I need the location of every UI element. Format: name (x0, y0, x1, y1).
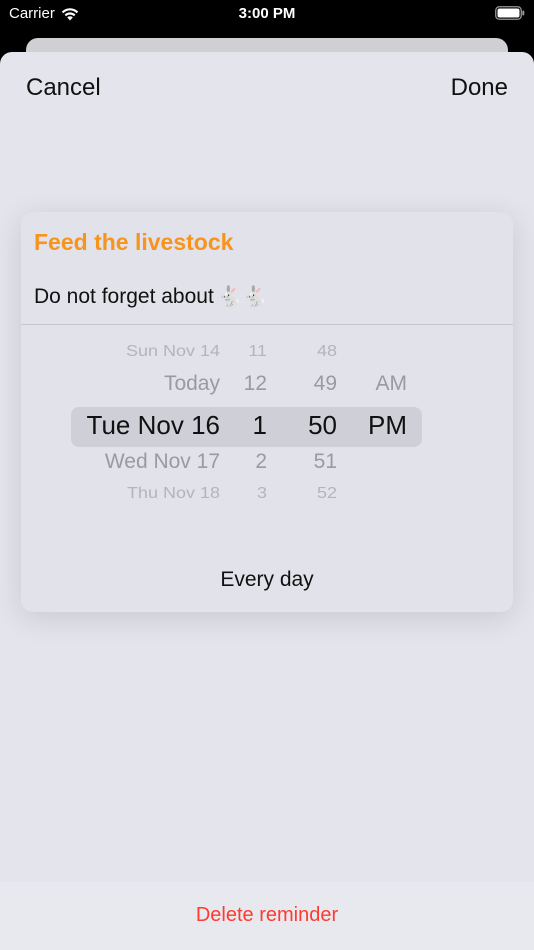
cancel-button[interactable]: Cancel (26, 74, 101, 102)
picker-row-edge (21, 506, 513, 536)
picker-minute: 50 (308, 410, 337, 440)
divider (21, 324, 513, 325)
picker-minute: 48 (316, 342, 337, 360)
picker-minute: 49 (313, 372, 337, 395)
picker-minute: 51 (313, 450, 337, 473)
repeat-option[interactable]: Every day (21, 568, 513, 592)
picker-hour: 1 (252, 410, 267, 440)
picker-row[interactable]: Sun Nov 14 11 48 (21, 342, 513, 368)
status-bar: Carrier 3:00 PM (0, 0, 534, 40)
picker-row[interactable]: Wed Nov 17 2 51 (21, 450, 513, 480)
picker-hour: 3 (256, 484, 267, 502)
reminder-title[interactable]: Feed the livestock (34, 229, 233, 256)
picker-date: Tue Nov 16 (86, 410, 220, 440)
picker-hour: 12 (243, 372, 267, 395)
reminder-note[interactable]: Do not forget about 🐇🐇 (34, 284, 268, 309)
rabbit-icon: 🐇🐇 (217, 286, 268, 308)
picker-hour: 2 (255, 450, 267, 473)
picker-row[interactable]: Today 12 49 AM (21, 372, 513, 402)
picker-date: Today (163, 372, 220, 395)
picker-date: Wed Nov 17 (104, 450, 220, 473)
picker-date: Sun Nov 14 (125, 342, 220, 360)
bottom-toolbar: Delete reminder (0, 882, 534, 950)
picker-minute: 52 (316, 484, 337, 502)
picker-ampm: PM (368, 410, 407, 440)
picker-row-selected[interactable]: Tue Nov 16 1 50 PM (21, 410, 513, 440)
status-time: 3:00 PM (238, 5, 296, 22)
reminder-card: Feed the livestock Do not forget about 🐇… (21, 212, 513, 612)
date-time-picker[interactable]: Sun Nov 14 11 48 Today 12 49 AM Tue Nov … (21, 332, 513, 512)
edit-reminder-sheet: Cancel Done Feed the livestock Do not fo… (0, 52, 534, 950)
reminder-note-text: Do not forget about (34, 284, 214, 308)
picker-hour: 11 (248, 342, 267, 360)
delete-reminder-button[interactable]: Delete reminder (0, 904, 534, 927)
picker-date: Thu Nov 18 (126, 484, 220, 502)
picker-ampm: AM (375, 372, 408, 395)
battery-icon (495, 6, 525, 20)
done-button[interactable]: Done (451, 74, 508, 102)
